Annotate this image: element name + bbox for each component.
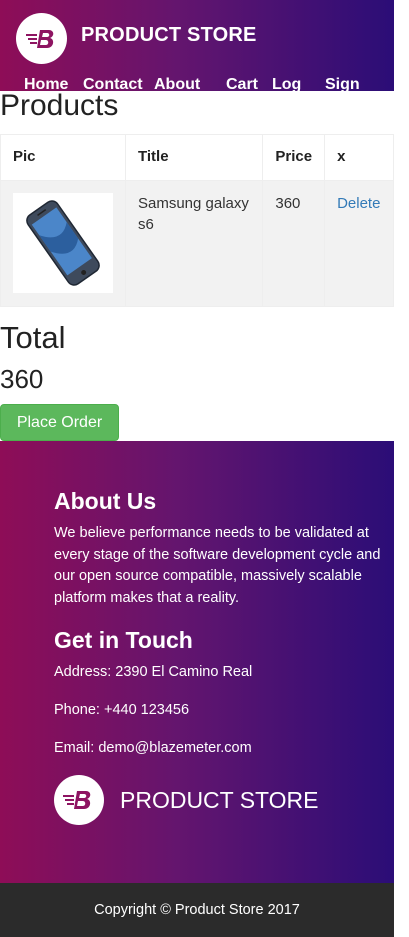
brand-title[interactable]: PRODUCT STORE (81, 24, 257, 47)
logo-mark-icon (63, 791, 91, 809)
table-header-row: Pic Title Price x (0, 134, 394, 181)
cell-action: Delete (324, 180, 394, 307)
nav-item-log-in[interactable]: Log (272, 76, 301, 91)
delete-link[interactable]: Delete (337, 195, 380, 212)
column-header-pic: Pic (0, 134, 126, 181)
scrollbar-gutter (394, 0, 409, 937)
address-text: Address: 2390 El Camino Real (54, 664, 253, 680)
table-row: Samsung galaxy s6 360 Delete (0, 180, 394, 307)
brand-logo-icon[interactable] (16, 13, 67, 64)
total-title: Total (0, 320, 66, 355)
nav-item-about[interactable]: About (154, 76, 200, 91)
footer: About Us We believe performance needs to… (0, 441, 394, 883)
nav-item-sign-up[interactable]: Sign (325, 76, 360, 91)
cart-table: Pic Title Price x Samsung galaxy s6 360 … (0, 134, 394, 307)
phone-text: Phone: +440 123456 (54, 702, 190, 718)
place-order-button[interactable]: Place Order (0, 404, 119, 441)
page: PRODUCT STORE Home Contact About Cart Lo… (0, 0, 394, 937)
logo-mark-icon (25, 29, 53, 48)
column-header-x: x (324, 134, 394, 181)
get-in-touch-title: Get in Touch (54, 627, 193, 653)
footer-logo-icon (54, 775, 104, 825)
copyright-bar: Copyright © Product Store 2017 (0, 883, 394, 937)
total-value: 360 (0, 364, 44, 394)
smartphone-icon (26, 200, 100, 286)
cell-pic (0, 180, 126, 307)
cell-price: 360 (262, 180, 326, 307)
product-image (13, 193, 113, 293)
column-header-price: Price (262, 134, 326, 181)
navbar: PRODUCT STORE Home Contact About Cart Lo… (0, 0, 394, 91)
copyright-text: Copyright © Product Store 2017 (94, 902, 300, 918)
footer-brand-title: PRODUCT STORE (120, 787, 319, 813)
about-us-text: We believe performance needs to be valid… (54, 525, 381, 606)
cell-title: Samsung galaxy s6 (124, 180, 264, 307)
nav-item-cart[interactable]: Cart (226, 76, 258, 91)
email-text: Email: demo@blazemeter.com (54, 740, 252, 756)
column-header-title: Title (124, 134, 264, 181)
products-title: Products (0, 89, 119, 122)
about-us-title: About Us (54, 488, 157, 514)
